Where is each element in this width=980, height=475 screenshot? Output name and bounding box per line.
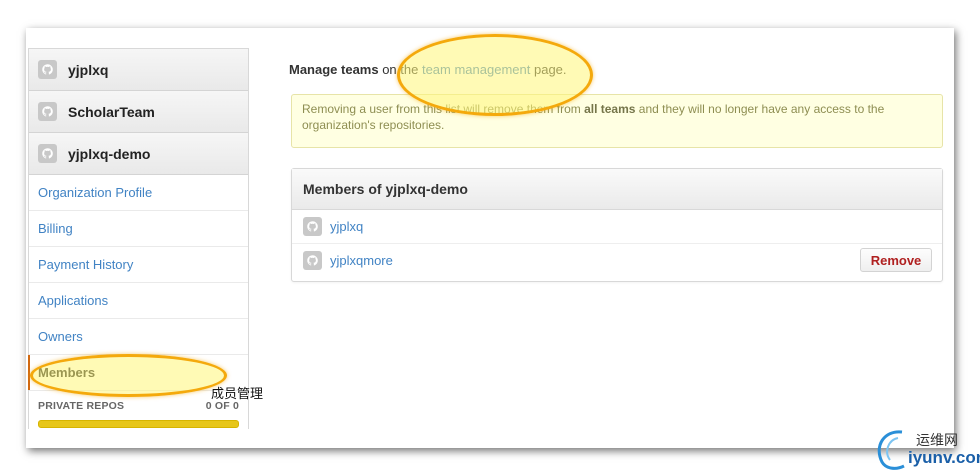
member-link-yjplxqmore[interactable]: yjplxqmore [330, 253, 393, 268]
octocat-avatar-icon [38, 60, 57, 79]
remove-member-button[interactable]: Remove [860, 248, 932, 272]
octocat-avatar-icon [38, 102, 57, 121]
sidebar: yjplxq ScholarTeam yjplxq-demo Organizat… [28, 48, 249, 429]
org-tab-yjplxq[interactable]: yjplxq [29, 49, 248, 91]
org-tab-yjplxq-demo[interactable]: yjplxq-demo [29, 133, 248, 175]
team-management-link[interactable]: team management [422, 62, 530, 77]
org-name: yjplxq [68, 61, 109, 78]
private-repos-usage-bar [38, 420, 239, 428]
intro-suffix: page. [530, 62, 567, 77]
warning-text-1: Removing a user from this list will remo… [302, 102, 585, 116]
manage-teams-intro: Manage teams on the team management page… [289, 62, 567, 77]
intro-on-the: on the [378, 62, 422, 77]
members-box: Members of yjplxq-demo yjplxq yjplxqmore… [291, 168, 943, 282]
members-box-title: Members of yjplxq-demo [292, 169, 942, 210]
member-row: yjplxqmore Remove [292, 244, 942, 277]
org-tab-scholarteam[interactable]: ScholarTeam [29, 91, 248, 133]
member-link-yjplxq[interactable]: yjplxq [330, 219, 363, 234]
nav-applications[interactable]: Applications [29, 283, 248, 319]
nav-owners[interactable]: Owners [29, 319, 248, 355]
annotation-caption: 成员管理 [211, 386, 264, 401]
nav-organization-profile[interactable]: Organization Profile [29, 175, 248, 211]
remove-warning-notice: Removing a user from this list will remo… [291, 94, 943, 148]
watermark-domain: iyunv.com [908, 448, 980, 467]
private-repos-label: PRIVATE REPOS [38, 400, 125, 412]
octocat-avatar-icon [303, 217, 322, 236]
org-name: yjplxq-demo [68, 145, 151, 162]
nav-payment-history[interactable]: Payment History [29, 247, 248, 283]
octocat-avatar-icon [38, 144, 57, 163]
app-window: yjplxq ScholarTeam yjplxq-demo Organizat… [26, 28, 954, 448]
member-row: yjplxq [292, 210, 942, 244]
intro-manage-teams: Manage teams [289, 62, 379, 77]
org-name: ScholarTeam [68, 103, 155, 120]
octocat-avatar-icon [303, 251, 322, 270]
warning-all-teams: all teams [584, 102, 636, 116]
nav-billing[interactable]: Billing [29, 211, 248, 247]
